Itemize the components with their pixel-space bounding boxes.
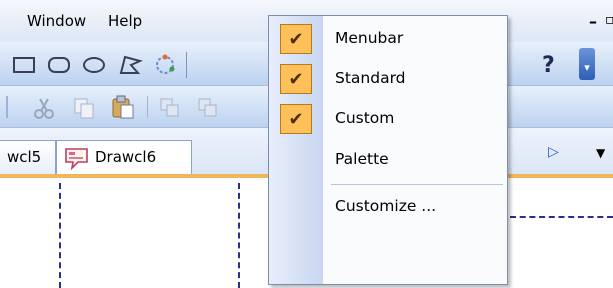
checkmark-icon: ✔	[280, 64, 312, 94]
polygon-tool-icon[interactable]	[118, 53, 144, 77]
menu-item-customize[interactable]: Customize ...	[269, 187, 507, 227]
rectangle-tool-icon[interactable]	[13, 57, 35, 73]
svg-text:?: ?	[542, 53, 555, 78]
menu-item-menubar[interactable]: ✔ Menubar	[269, 19, 507, 59]
tab-scroll-right-button[interactable]: ▷	[548, 144, 559, 160]
drawing-document-icon	[65, 148, 88, 170]
menu-item-palette[interactable]: Palette	[269, 140, 507, 180]
toolbar-separator	[147, 96, 148, 118]
help-icon[interactable]: ?	[536, 50, 566, 78]
menu-separator	[331, 184, 503, 185]
menu-item-standard[interactable]: ✔ Standard	[269, 59, 507, 99]
menu-window[interactable]: Window	[27, 12, 86, 30]
duplicate-icon[interactable]	[158, 96, 182, 120]
menu-item-label: Custom	[335, 109, 395, 127]
tab-label: Drawcl6	[95, 148, 157, 166]
menu-item-custom[interactable]: ✔ Custom	[269, 99, 507, 139]
toolbar-separator	[186, 52, 187, 78]
ellipse-tool-icon[interactable]	[83, 57, 105, 73]
tab-drawcl6[interactable]: Drawcl6	[56, 140, 192, 174]
toolbar-options-button[interactable]: ▾	[579, 48, 595, 80]
tab-overflow-button[interactable]: ▼	[596, 146, 605, 160]
paste-icon[interactable]	[110, 94, 136, 120]
cut-icon[interactable]	[32, 96, 56, 120]
rotate-tool-icon[interactable]	[152, 52, 178, 78]
restore-button[interactable]: ▫	[605, 12, 613, 28]
tab-label: wcl5	[7, 148, 42, 166]
page-guide-line	[59, 183, 61, 288]
page-guide-line	[510, 216, 613, 218]
checkmark-icon: ✔	[280, 24, 312, 54]
menu-item-label: Menubar	[335, 29, 404, 47]
arrange-icon[interactable]	[196, 96, 220, 120]
menu-help[interactable]: Help	[108, 12, 142, 30]
menu-item-label: Customize ...	[335, 197, 437, 215]
toolbar-separator	[6, 96, 8, 118]
minimize-button[interactable]: –	[589, 12, 597, 31]
menu-item-label: Standard	[335, 69, 406, 87]
tab-drawcl5[interactable]: wcl5	[0, 140, 56, 174]
toolbar-context-menu: ✔ Menubar ✔ Standard ✔ Custom Palette Cu…	[268, 15, 508, 285]
copy-icon[interactable]	[72, 96, 96, 120]
rounded-rectangle-tool-icon[interactable]	[48, 57, 70, 73]
menu-item-label: Palette	[335, 150, 389, 168]
checkmark-icon: ✔	[280, 104, 312, 134]
page-guide-line	[238, 183, 240, 288]
